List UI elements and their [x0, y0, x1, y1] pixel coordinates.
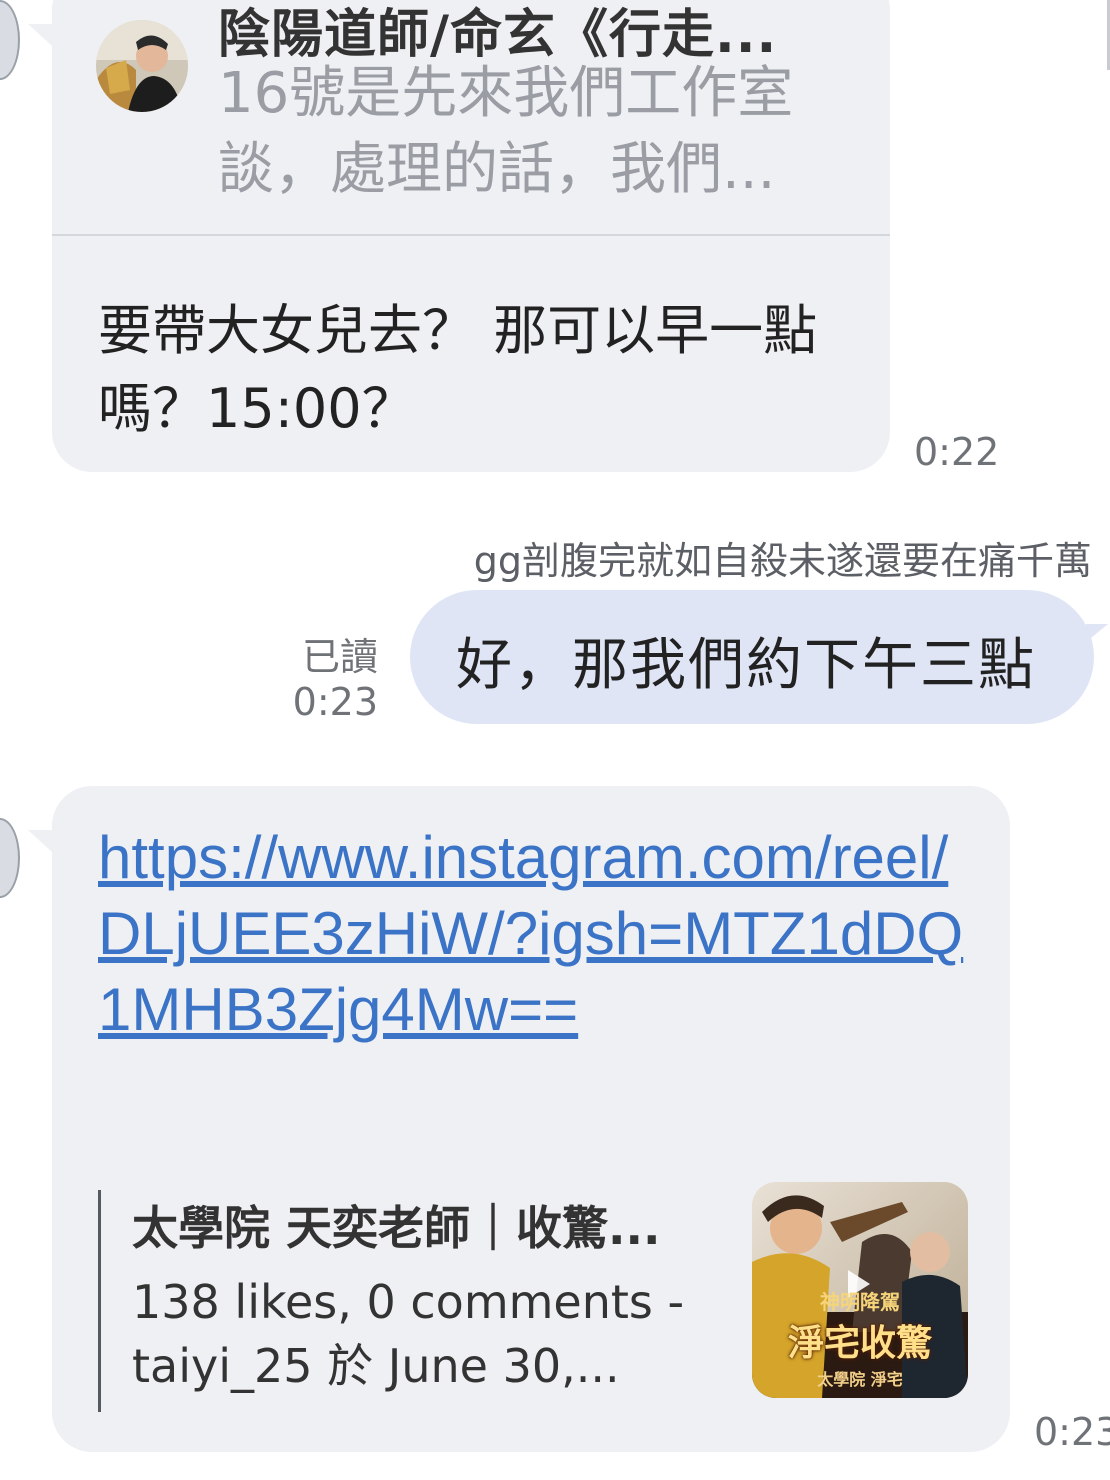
outgoing-message-bubble[interactable]: 好，那我們約下午三點	[410, 590, 1094, 724]
preview-thumbnail[interactable]: 神明降駕 淨宅收驚 太學院 淨宅	[752, 1182, 968, 1398]
quoted-sender-avatar	[96, 20, 188, 112]
thumbnail-caption-top: 神明降駕	[820, 1290, 900, 1314]
message-time: 0:22	[914, 430, 1000, 474]
link-preview-card[interactable]: 太學院 天奕老師｜收驚... 138 likes, 0 comments - t…	[98, 1182, 968, 1412]
message-time: 0:23	[292, 680, 378, 724]
quoted-text: 16號是先來我們工作室談，處理的話，我們...	[218, 61, 794, 202]
sender-avatar-stub[interactable]	[0, 0, 20, 80]
quoted-message[interactable]: 陰陽道師/命玄《行走... 16號是先來我們工作室談，處理的話，我們...	[52, 0, 890, 236]
chat-screen: 陰陽道師/命玄《行走... 16號是先來我們工作室談，處理的話，我們... 要帶…	[0, 0, 1110, 1480]
outgoing-sender-name: gg剖腹完就如自殺未遂還要在痛千萬	[473, 539, 1092, 583]
sender-avatar-stub[interactable]	[0, 818, 20, 898]
read-status: 已讀	[301, 635, 378, 679]
avatar-photo-icon	[96, 20, 188, 112]
thumbnail-caption-main: 淨宅收驚	[787, 1322, 932, 1364]
outgoing-text: 好，那我們約下午三點	[456, 633, 1036, 698]
bubble-tail	[28, 830, 52, 852]
preview-title: 太學院 天奕老師｜收驚...	[132, 1201, 661, 1255]
instagram-link[interactable]: https://www.instagram.com/reel/DLjUEE3zH…	[98, 820, 978, 1048]
link-message-bubble[interactable]: https://www.instagram.com/reel/DLjUEE3zH…	[52, 786, 1010, 1452]
message-time: 0:23	[1034, 1410, 1110, 1454]
preview-accent-bar	[98, 1190, 101, 1412]
reply-text: 要帶大女兒去？ 那可以早一點嗎？15:00？	[98, 299, 818, 440]
bubble-tail	[28, 24, 52, 46]
preview-description: 138 likes, 0 comments - taiyi_25 於 June …	[132, 1275, 685, 1393]
thumbnail-caption-bottom: 太學院 淨宅	[817, 1370, 903, 1389]
reply-message-bubble[interactable]: 陰陽道師/命玄《行走... 16號是先來我們工作室談，處理的話，我們... 要帶…	[52, 0, 890, 472]
